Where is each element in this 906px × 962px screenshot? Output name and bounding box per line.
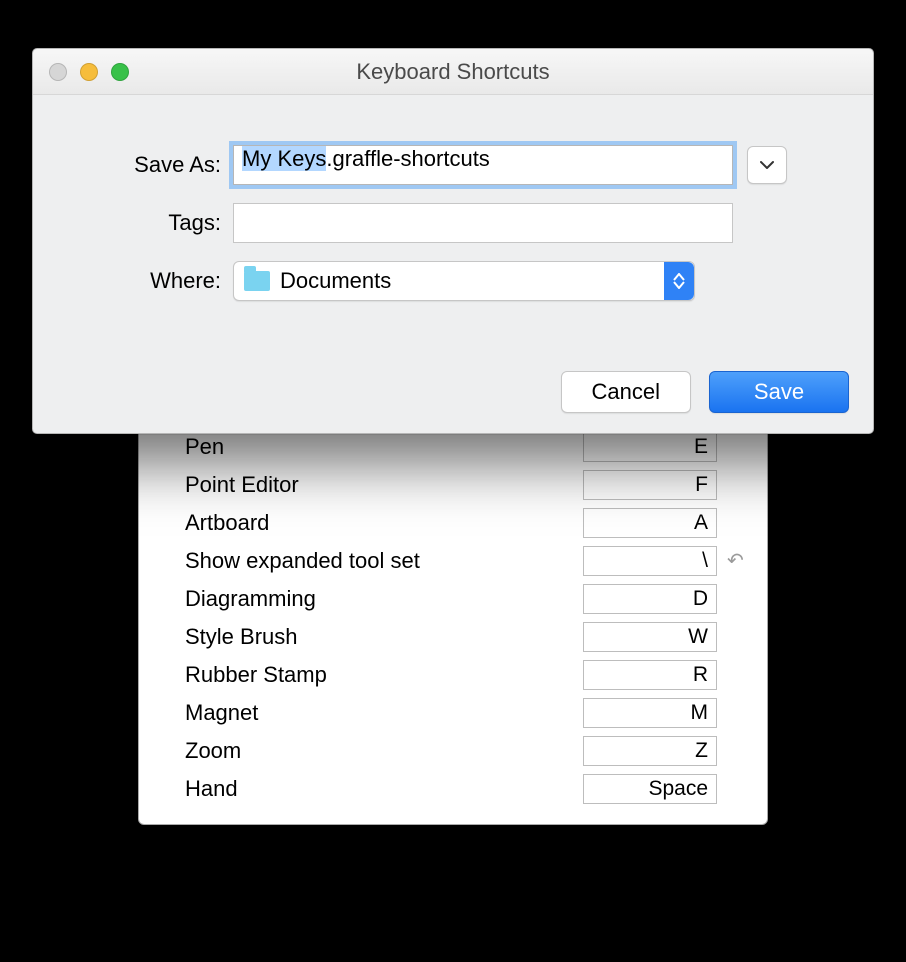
shortcut-row: Style BrushW↶ [183,618,747,656]
shortcut-input[interactable]: Space [583,774,717,804]
shortcut-label: Show expanded tool set [183,548,583,574]
traffic-lights [33,63,129,81]
shortcut-row: Rubber StampR↶ [183,656,747,694]
titlebar: Keyboard Shortcuts [33,49,873,95]
updown-arrows-icon [664,262,694,300]
minimize-icon[interactable] [80,63,98,81]
shortcut-row: HandSpace↶ [183,770,747,808]
shortcut-input[interactable]: W [583,622,717,652]
chevron-down-icon [760,160,774,170]
window-title: Keyboard Shortcuts [33,59,873,85]
shortcut-label: Style Brush [183,624,583,650]
tags-label: Tags: [33,210,233,236]
shortcut-row: ArtboardA↶ [183,504,747,542]
shortcut-row: Point EditorF↶ [183,466,747,504]
shortcut-input[interactable]: E [583,432,717,462]
shortcut-row: MagnetM↶ [183,694,747,732]
save-button[interactable]: Save [709,371,849,413]
save-as-label: Save As: [33,152,233,178]
close-icon[interactable] [49,63,67,81]
filename-extension: .graffle-shortcuts [326,146,489,171]
undo-icon[interactable]: ↶ [727,551,747,571]
folder-icon [244,271,270,291]
where-label: Where: [33,268,233,294]
shortcut-input[interactable]: Z [583,736,717,766]
zoom-icon[interactable] [111,63,129,81]
shortcut-row: ZoomZ↶ [183,732,747,770]
shortcut-label: Diagramming [183,586,583,612]
shortcut-input[interactable]: R [583,660,717,690]
shortcut-input[interactable]: \ [583,546,717,576]
where-select[interactable]: Documents [233,261,695,301]
save-as-input[interactable]: My Keys.graffle-shortcuts [233,145,733,185]
tags-input[interactable] [233,203,733,243]
shortcut-label: Hand [183,776,583,802]
shortcut-label: Zoom [183,738,583,764]
shortcuts-list: PenE↶Point EditorF↶ArtboardA↶Show expand… [183,428,747,808]
shortcut-input[interactable]: A [583,508,717,538]
where-value: Documents [280,268,391,294]
shortcut-label: Point Editor [183,472,583,498]
shortcut-label: Pen [183,434,583,460]
save-sheet: Keyboard Shortcuts Save As: My Keys.graf… [32,48,874,434]
shortcut-input[interactable]: D [583,584,717,614]
shortcut-label: Rubber Stamp [183,662,583,688]
shortcut-label: Magnet [183,700,583,726]
shortcut-row: Show expanded tool set\ ↶ [183,542,747,580]
shortcut-row: DiagrammingD↶ [183,580,747,618]
shortcut-input[interactable]: M [583,698,717,728]
expand-button[interactable] [747,146,787,184]
shortcut-label: Artboard [183,510,583,536]
filename-selected: My Keys [242,146,326,171]
cancel-button[interactable]: Cancel [561,371,691,413]
shortcut-input[interactable]: F [583,470,717,500]
